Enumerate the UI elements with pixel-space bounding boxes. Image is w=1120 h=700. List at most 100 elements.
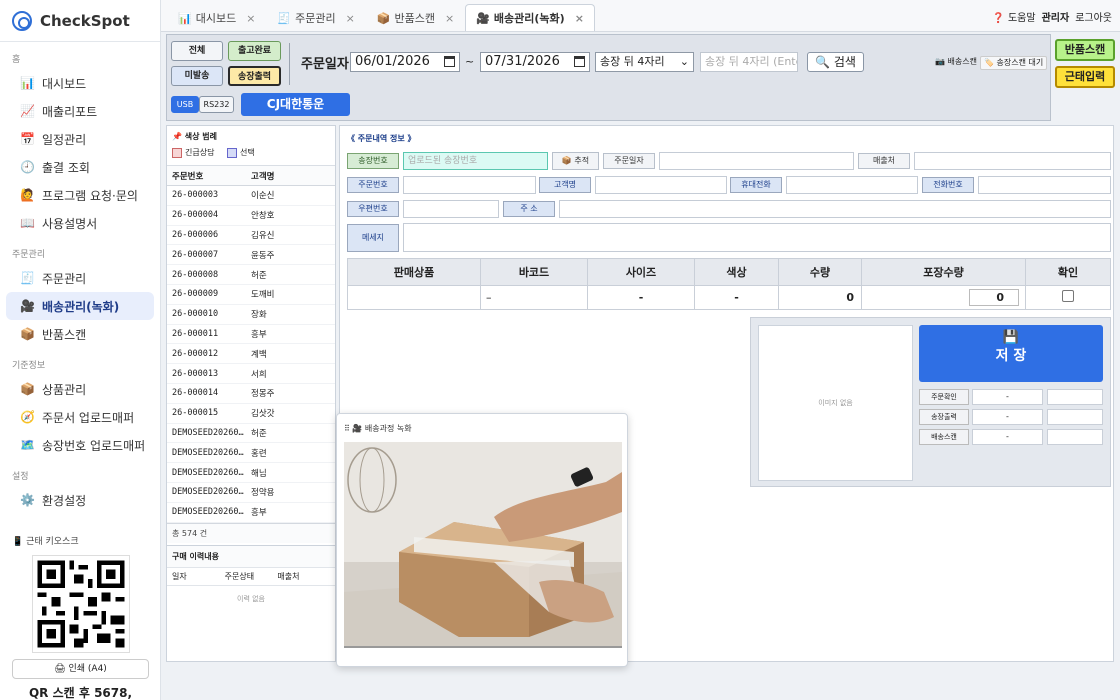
close-icon[interactable]: × [445,12,454,25]
list-item[interactable]: DEMOSEED202606… 허준 [167,424,335,444]
sidebar-item-3-0[interactable]: ⚙️ 환경설정 [6,486,154,514]
sidebar-item-0-3[interactable]: 🕘 출결 조회 [6,153,154,181]
history-col-date: 일자 [172,571,187,581]
app-logo[interactable]: CheckSpot [0,0,160,42]
tab-3[interactable]: 🎥 배송관리(녹화) × [465,4,595,31]
list-item[interactable]: 26-000006 김유신 [167,226,335,246]
grid-row[interactable]: – - - 0 0 [347,285,1111,310]
list-item[interactable]: 26-000011 흥부 [167,325,335,345]
sidebar-item-2-1[interactable]: 🧭 주문서 업로드매퍼 [6,403,154,431]
sidebar-item-0-1[interactable]: 📈 매출리포트 [6,97,154,125]
customer-cell: 도깨비 [251,290,275,301]
list-item[interactable]: DEMOSEED202606… 정약용 [167,483,335,503]
invoice-input[interactable]: 업로드된 송장번호 [403,152,548,170]
list-item[interactable]: 26-000009 도깨비 [167,285,335,305]
return-scan-button[interactable]: 반품스캔 [1055,39,1115,61]
tab-2[interactable]: 📦 반품스캔 × [366,4,465,31]
filter-unsent-button[interactable]: 미발송 [171,66,223,86]
list-item[interactable]: 26-000010 장화 [167,305,335,325]
address-field[interactable] [559,200,1111,218]
filter-all-button[interactable]: 전체 [171,41,223,61]
sidebar-item-1-2[interactable]: 📦 반품스캔 [6,320,154,348]
sidebar-item-2-0[interactable]: 📦 상품관리 [6,375,154,403]
save-label: 저 장 [995,348,1027,364]
attendance-input-button[interactable]: 근태입력 [1055,66,1115,88]
sidebar-item-label: 송장번호 업로드매퍼 [42,438,146,453]
search-type-select[interactable]: 송장 뒤 4자리 ⌄ [595,52,694,72]
legend-urgent: 긴급상담 [185,148,215,157]
list-item[interactable]: DEMOSEED202606… 흥부 [167,503,335,523]
customer-cell: 계백 [251,349,267,360]
nav-icon: 🗺️ [20,438,35,452]
list-item[interactable]: 26-000012 계백 [167,344,335,365]
order-list: 26-000003 이순신 26-000004 안창호 26-000006 김유신 26-0… [167,186,335,523]
filter-invoice-printed-button[interactable]: 송장출력 [228,66,281,86]
tab-1[interactable]: 🧾 주문관리 × [266,4,365,31]
sidebar-item-2-2[interactable]: 🗺️ 송장번호 업로드매퍼 [6,431,154,459]
recording-title: ⠿ 🎥 배송과정 녹화 [344,424,412,433]
track-button[interactable]: 📦 추적 [552,152,599,170]
list-item[interactable]: 26-000004 안창호 [167,206,335,226]
save-button[interactable]: 💾 저 장 [919,325,1103,382]
search-input[interactable]: 송장 뒤 4자리 (Enter) [700,52,798,72]
list-item[interactable]: 26-000003 이순신 [167,186,335,206]
grid-col-qty: 수량 [778,258,862,286]
message-label: 메세지 [347,224,399,252]
courier-button[interactable]: CJ대한통운 [241,93,350,116]
delivery-scan-value: - [972,429,1043,445]
logout-link[interactable]: 로그아웃 [1075,9,1112,24]
usb-toggle[interactable]: USB [171,96,199,113]
list-item[interactable]: DEMOSEED202606… 홍련 [167,443,335,464]
sidebar-item-0-2[interactable]: 📅 일정관리 [6,125,154,153]
list-item[interactable]: 26-000013 서희 [167,364,335,384]
customer-cell: 해님 [251,468,267,479]
search-button[interactable]: 🔍 검색 [807,52,864,72]
calendar-icon[interactable] [444,56,455,67]
close-icon[interactable]: × [246,12,255,25]
confirm-checkbox[interactable] [1062,290,1074,302]
print-qr-button[interactable]: 🖨 인쇄 (A4) [12,659,149,679]
close-icon[interactable]: × [346,12,355,25]
help-link[interactable]: ❓ 도움말 [992,9,1035,24]
rs232-toggle[interactable]: RS232 [199,96,234,113]
list-item[interactable]: 26-000008 허준 [167,265,335,285]
customer-field[interactable] [595,176,727,194]
tab-label: 배송관리(녹화) [493,12,565,25]
sidebar-item-1-1[interactable]: 🎥 배송관리(녹화) [6,292,154,320]
sidebar-item-0-0[interactable]: 📊 대시보드 [6,69,154,97]
top-right-menu: ❓ 도움말 관리자 로그아웃 [992,9,1112,24]
sidebar-item-0-5[interactable]: 📖 사용설명서 [6,209,154,237]
grid-barcode: – [480,285,588,310]
pack-qty-input[interactable]: 0 [969,289,1019,306]
floppy-icon: 💾 [1002,330,1020,345]
calendar-icon[interactable] [574,56,585,67]
list-item[interactable]: 26-000014 정몽주 [167,384,335,404]
recording-popup[interactable]: ⠿ 🎥 배송과정 녹화 [336,413,628,667]
list-item[interactable]: 26-000007 윤동주 [167,245,335,266]
customer-cell: 정약용 [251,488,275,499]
customer-cell: 안창호 [251,211,275,222]
col-customer: 고객명 [251,171,275,182]
order-no-cell: 26-000014 [172,388,219,399]
customer-cell: 허준 [251,428,267,439]
close-icon[interactable]: × [575,12,584,25]
order-no-field[interactable] [403,176,536,194]
sidebar-item-label: 배송관리(녹화) [42,299,120,314]
phone-field[interactable] [978,176,1111,194]
grid-header: 판매상품 바코드 사이즈 색상 수량 포장수량 확인 [347,258,1111,286]
tab-0[interactable]: 📊 대시보드 × [167,4,266,31]
filter-shipped-button[interactable]: 출고완료 [228,41,281,61]
date-to-input[interactable]: 07/31/2026 [480,52,590,72]
order-date-field[interactable] [659,152,854,170]
list-item[interactable]: DEMOSEED202606… 해님 [167,463,335,483]
message-field[interactable] [403,223,1111,252]
nav-icon: 📊 [20,76,35,90]
mobile-field[interactable] [786,176,918,194]
list-item[interactable]: 26-000015 김삿갓 [167,404,335,424]
sidebar-item-1-0[interactable]: 🧾 주문관리 [6,264,154,292]
search-type-value: 송장 뒤 4자리 [600,55,665,68]
sidebar-item-0-4[interactable]: 🙋 프로그램 요청·문의 [6,181,154,209]
date-from-input[interactable]: 06/01/2026 [350,52,460,72]
seller-field[interactable] [914,152,1111,170]
zip-field[interactable] [403,200,499,218]
